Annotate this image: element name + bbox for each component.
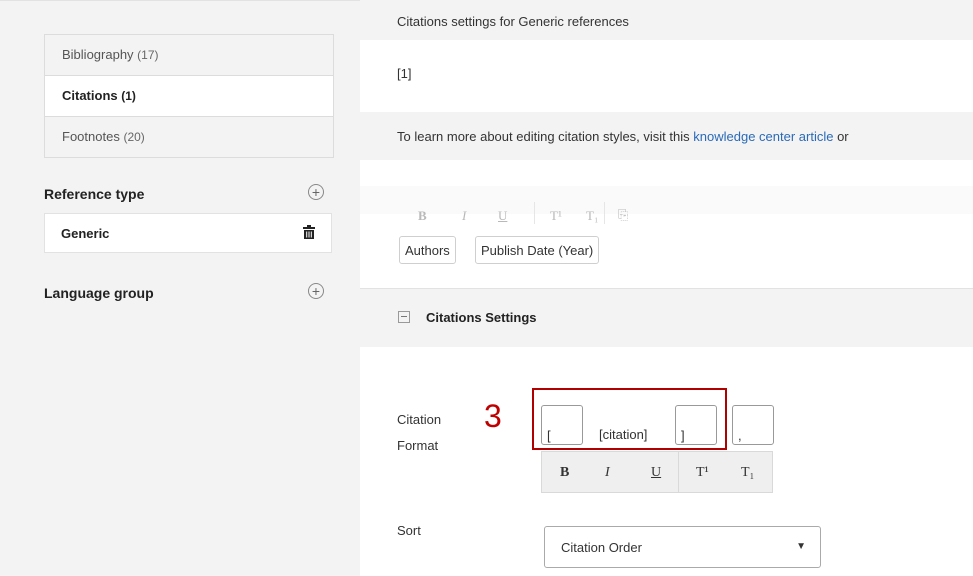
citations-settings-title: Citations Settings (426, 310, 537, 325)
add-reference-type-button[interactable]: + (308, 184, 324, 200)
add-language-group-button[interactable]: + (308, 283, 324, 299)
nav-item-footnotes[interactable]: Footnotes (20) (45, 116, 333, 157)
panel-header-title: Citations settings for Generic reference… (397, 14, 629, 29)
separator-value: , (738, 428, 742, 443)
citation-format-label-line1: Citation (397, 412, 442, 427)
chevron-down-icon: ▼ (796, 541, 806, 552)
nav-item-count: (17) (137, 48, 159, 62)
format-bold-button[interactable]: B (560, 465, 569, 481)
format-superscript-button[interactable]: T¹ (696, 465, 709, 481)
underline-button[interactable]: U (498, 208, 507, 224)
nav-item-count: (1) (121, 89, 136, 103)
language-group-heading: Language group (44, 285, 154, 301)
toolbar-divider (604, 202, 605, 224)
nav-item-count: (20) (123, 130, 145, 144)
info-text: To learn more about editing citation sty… (397, 129, 849, 144)
sort-select-value: Citation Order (561, 540, 642, 555)
info-text-lead: To learn more about editing citation sty… (397, 129, 694, 144)
reference-type-label: Generic (61, 226, 110, 241)
format-underline-button[interactable]: U (651, 465, 661, 481)
reference-type-heading: Reference type (44, 186, 145, 202)
sort-label: Sort (397, 523, 421, 538)
top-format-toolbar (360, 186, 973, 214)
toolbar-divider (534, 202, 535, 224)
trash-icon[interactable] (303, 225, 315, 239)
settings-sidebar: Bibliography (17) Citations (1) Footnote… (0, 0, 360, 576)
citation-format-toolbar: B I U T¹ T₁ (541, 451, 773, 493)
nav-item-label: Citations (62, 88, 118, 103)
superscript-button[interactable]: T¹ (550, 208, 562, 224)
paste-icon[interactable]: ⎘ (618, 208, 628, 223)
format-italic-button[interactable]: I (605, 465, 610, 481)
nav-item-label: Bibliography (62, 47, 134, 62)
citation-preview: [1] (397, 66, 412, 81)
nav-item-bibliography[interactable]: Bibliography (17) (45, 35, 333, 75)
info-text-tail: or (833, 129, 849, 144)
field-chip-publish-date[interactable]: Publish Date (Year) (475, 236, 600, 264)
citation-format-label-line2: Format (397, 438, 439, 453)
field-chip-authors[interactable]: Authors (399, 236, 456, 264)
bold-button[interactable]: B (418, 208, 427, 224)
format-subscript-button[interactable]: T₁ (741, 465, 754, 481)
citation-separator-input[interactable]: , (732, 405, 774, 445)
knowledge-center-link[interactable]: knowledge center article (693, 129, 833, 144)
sort-select[interactable]: Citation Order ▼ (544, 526, 821, 568)
subscript-button[interactable]: T₁ (586, 208, 598, 224)
nav-item-label: Footnotes (62, 129, 120, 144)
document-section-nav: Bibliography (17) Citations (1) Footnote… (44, 34, 334, 158)
nav-item-citations[interactable]: Citations (1) (45, 75, 333, 116)
italic-button[interactable]: I (462, 208, 466, 224)
step-marker: 3 (484, 398, 502, 434)
format-toolbar-divider (678, 452, 679, 492)
collapse-icon[interactable] (398, 311, 410, 323)
reference-type-item-generic[interactable]: Generic (44, 213, 332, 253)
highlight-frame (532, 388, 727, 450)
